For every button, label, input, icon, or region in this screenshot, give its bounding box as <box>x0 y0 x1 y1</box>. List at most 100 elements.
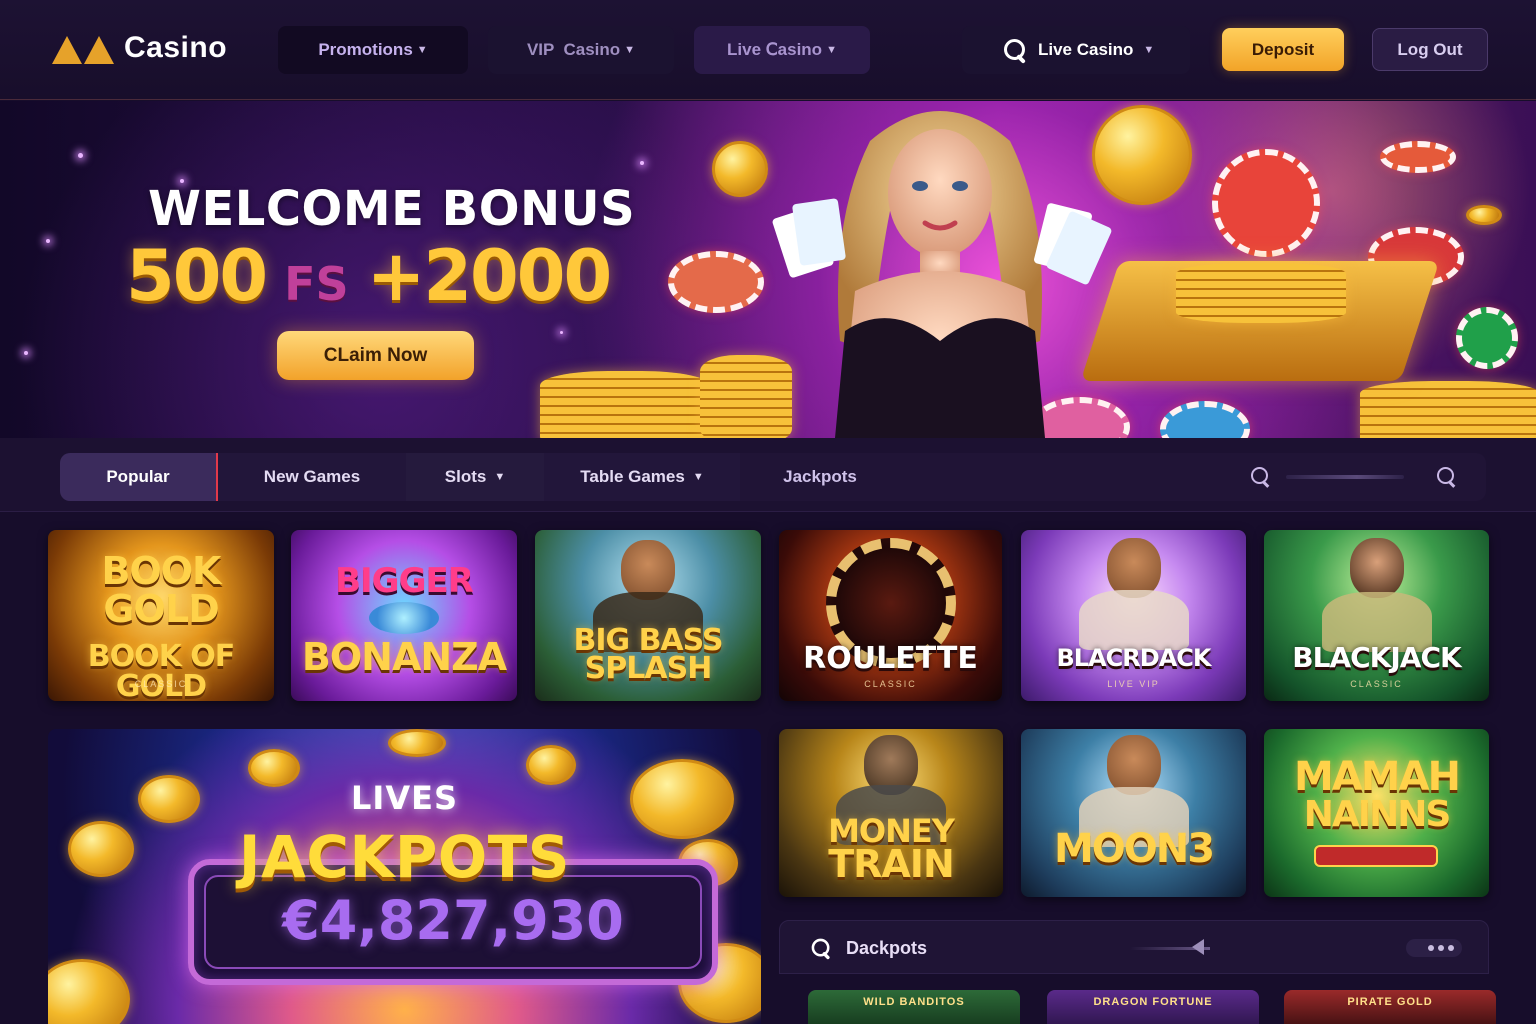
chevron-left-icon[interactable] <box>1192 939 1204 955</box>
hero-bonus-amount: 500 FS +2000 <box>126 235 612 317</box>
search-input[interactable] <box>1286 475 1404 479</box>
game-category-bar: Popular New Games Slots ▼ Table Games ▼ … <box>0 438 1536 512</box>
more-options-button[interactable] <box>1406 939 1462 957</box>
chevron-down-icon: ▼ <box>494 471 506 483</box>
coin-stack-decoration <box>1360 381 1536 438</box>
nav-live-casino-alt[interactable]: Live 𝖢asino ▼ <box>694 26 870 74</box>
jackpot-game-title: DRAGON FORTUNE <box>1093 996 1213 1008</box>
game-tile-blacrdack[interactable]: BLACRDACK LIVE VIP <box>1021 530 1246 701</box>
game-subtitle: LIVE VIP <box>1107 679 1160 689</box>
game-tile-mamah-nainns[interactable]: MAMAH NAINNS <box>1264 729 1489 897</box>
bonus-cash-amount: +2000 <box>366 235 612 317</box>
nav-promotions[interactable]: Promotions ▼ <box>278 26 468 74</box>
sparkle-decoration <box>46 239 50 243</box>
game-title: BIGGER <box>335 561 474 601</box>
crown-logo-icon <box>52 30 118 66</box>
game-title: BLACKJACK <box>1292 641 1461 674</box>
jackpot-game-thumb[interactable]: WILD BANDITOS <box>808 990 1020 1024</box>
game-title: ROULETTE <box>803 641 978 676</box>
welcome-bonus-banner[interactable]: WELCOME BONUS 500 FS +2000 CLaim Now <box>0 101 1536 438</box>
game-tile-moon3[interactable]: MOON3 <box>1021 729 1246 897</box>
free-spins-label: FS <box>284 257 349 311</box>
diamond-icon <box>369 602 439 634</box>
chevron-down-icon: ▼ <box>826 44 837 56</box>
red-casino-chip-icon <box>668 251 764 313</box>
tab-table-games-label: Table Games <box>580 467 685 486</box>
game-title: BONANZA <box>301 635 507 679</box>
game-title: BOOK <box>101 549 221 593</box>
coin-stack-decoration <box>1176 263 1346 323</box>
top-navigation: Casino Promotions ▼ VIP Casino ▼ Live 𝖢a… <box>0 0 1536 100</box>
logo-text: Casino <box>124 31 228 64</box>
game-title: BLACRDACK <box>1056 644 1212 672</box>
jackpot-game-title: PIRATE GOLD <box>1347 996 1433 1008</box>
claim-now-button[interactable]: CLaim Now <box>277 331 474 380</box>
tab-jackpots[interactable]: Jackpots <box>740 453 900 501</box>
sparkle-decoration <box>78 153 83 158</box>
jackpots-search-strip: Dackpots <box>779 920 1489 974</box>
search-icon[interactable] <box>810 937 832 959</box>
game-title: TRAIN <box>828 842 955 886</box>
jackpots-search[interactable]: Dackpots <box>808 935 927 961</box>
jackpot-title: JACKPOTS <box>238 823 571 891</box>
sparkle-decoration <box>560 331 563 334</box>
character-icon <box>1349 538 1404 598</box>
tab-popular[interactable]: Popular <box>60 453 218 501</box>
deposit-button[interactable]: Deposit <box>1222 28 1344 71</box>
game-title: SPLASH <box>584 651 713 686</box>
game-tile-big-bass-splash[interactable]: BIG BASS SPLASH <box>535 530 761 701</box>
search-icon[interactable] <box>1436 466 1458 488</box>
sparkle-decoration <box>640 161 644 165</box>
search-icon[interactable] <box>1002 37 1028 63</box>
live-jackpots-panel[interactable]: LIVES €4,827,930 JACKPOTS <box>48 729 761 1024</box>
casino-hostess-illustration <box>772 111 1112 438</box>
game-tile-blackjack[interactable]: BLACKJACK CLASSIC <box>1264 530 1489 701</box>
logout-button[interactable]: Log Out <box>1372 28 1488 71</box>
nav-vip-casino-label: VIP Casino <box>526 40 621 59</box>
game-subtitle: CLASSIC <box>864 679 917 689</box>
casino-logo[interactable]: Casino <box>52 30 227 66</box>
jackpot-lives-label: LIVES <box>351 779 458 817</box>
gold-coin-decoration <box>48 959 130 1024</box>
nav-promotions-label: Promotions <box>318 40 413 59</box>
blue-casino-chip-icon <box>1160 401 1250 438</box>
game-tile-book-of-gold[interactable]: BOOK GOLD BOOK OF GOLD CLASSIC <box>48 530 274 701</box>
chevron-down-icon: ▼ <box>692 471 704 483</box>
jackpots-strip-label: Dackpots <box>846 937 928 958</box>
character-icon <box>1106 735 1161 795</box>
sparkle-decoration <box>24 351 28 355</box>
character-body <box>1078 590 1189 650</box>
tab-new-games[interactable]: New Games <box>218 453 406 501</box>
character-icon <box>621 540 675 600</box>
game-title: GOLD <box>103 587 219 631</box>
nav-live-casino-label: Live Casino <box>1038 40 1134 59</box>
game-tile-money-train[interactable]: MONEY TRAIN <box>779 729 1003 897</box>
character-icon <box>1106 538 1161 598</box>
game-subtitle: CLASSIC <box>1350 679 1403 689</box>
jackpot-game-thumb[interactable]: DRAGON FORTUNE <box>1047 990 1259 1024</box>
coin-stack-decoration <box>540 371 710 438</box>
chevron-down-icon: ▼ <box>1143 44 1155 56</box>
game-ribbon-decoration <box>1314 845 1438 867</box>
green-casino-chip-icon <box>1456 307 1518 369</box>
game-tile-roulette[interactable]: ROULETTE CLASSIC <box>779 530 1002 701</box>
nav-vip-casino[interactable]: VIP Casino ▼ <box>488 26 674 74</box>
jackpot-game-title: WILD BANDITOS <box>863 996 965 1008</box>
bonus-spins-amount: 500 <box>126 235 268 317</box>
chevron-down-icon: ▼ <box>416 44 428 56</box>
tab-slots[interactable]: Slots ▼ <box>406 453 544 501</box>
hero-title: WELCOME BONUS <box>148 181 636 237</box>
game-search[interactable] <box>1250 463 1486 491</box>
jackpot-game-thumb[interactable]: PIRATE GOLD <box>1284 990 1496 1024</box>
game-title: BOOK OF GOLD <box>87 639 236 702</box>
game-tile-bonanza[interactable]: BIGGER BONANZA <box>291 530 517 701</box>
gold-coin-decoration <box>388 729 446 757</box>
category-tabs: Popular New Games Slots ▼ Table Games ▼ … <box>60 453 1486 501</box>
game-subtitle: CLASSIC <box>134 679 188 689</box>
jackpot-amount: €4,827,930 <box>282 889 624 952</box>
tab-table-games[interactable]: Table Games ▼ <box>544 453 740 501</box>
red-casino-chip-icon <box>1212 149 1320 257</box>
tab-slots-label: Slots <box>444 467 487 486</box>
search-icon[interactable] <box>1250 466 1272 488</box>
nav-live-casino[interactable]: Live Casino ▼ <box>962 26 1190 74</box>
